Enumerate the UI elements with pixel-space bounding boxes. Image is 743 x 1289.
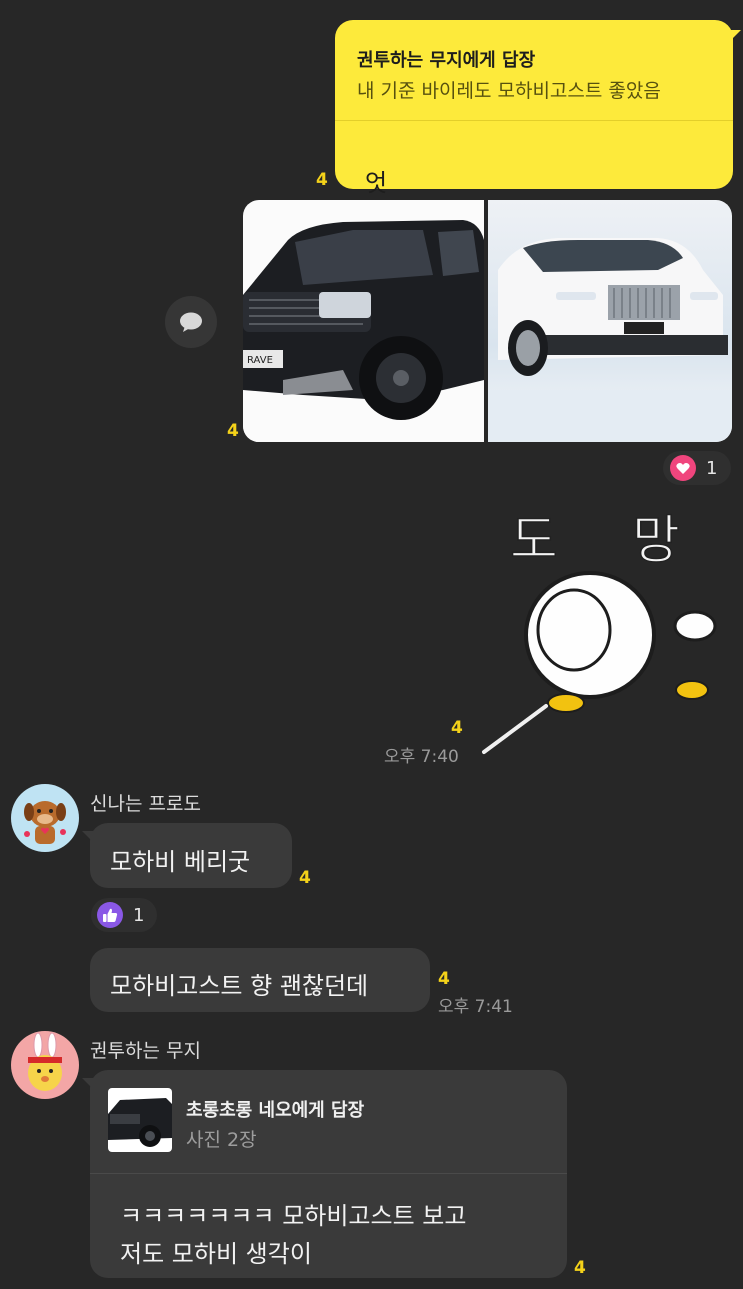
sticker-text-mang: 망 bbox=[632, 511, 680, 571]
thumbs-up-icon bbox=[97, 902, 123, 928]
heart-icon bbox=[670, 455, 696, 481]
reply-divider bbox=[335, 120, 733, 121]
reply-quote-title: 초롱초롱 네오에게 답장 bbox=[186, 1100, 365, 1121]
frodo-avatar-image bbox=[24, 801, 66, 844]
bubble-tail bbox=[82, 831, 96, 845]
unread-count: 4 bbox=[299, 868, 311, 888]
unread-count: 4 bbox=[438, 969, 450, 989]
speech-bubble-icon bbox=[180, 312, 202, 332]
message-bubble[interactable]: 모하비고스트 향 괜찮던데 bbox=[90, 948, 430, 1012]
unread-count: 4 bbox=[451, 718, 463, 738]
reaction-count: 1 bbox=[706, 457, 718, 479]
unread-count: 4 bbox=[574, 1258, 586, 1278]
heart-reaction[interactable]: 1 bbox=[663, 451, 731, 485]
unread-count: 4 bbox=[227, 421, 239, 441]
message-text: 모하비고스트 향 괜찮던데 bbox=[110, 972, 369, 1000]
bubble-tail bbox=[727, 30, 741, 44]
reply-quote-text: 사진 2장 bbox=[186, 1129, 257, 1151]
like-reaction[interactable]: 1 bbox=[91, 898, 157, 932]
my-message-text: 엇 bbox=[365, 169, 388, 197]
message-line-1: ㅋㅋㅋㅋㅋㅋㅋ 모하비고스트 보고 bbox=[120, 1202, 467, 1230]
my-reply-bubble[interactable]: 권투하는 무지에게 답장 내 기준 바이레도 모하비고스트 좋았음 엇 bbox=[335, 20, 741, 197]
message-bubble[interactable]: 모하비 베리굿 bbox=[82, 823, 292, 888]
black-suv-image: RAVE bbox=[243, 220, 484, 442]
muzi-avatar-image bbox=[28, 1032, 62, 1091]
sender-name: 신나는 프로도 bbox=[90, 793, 201, 815]
avatar-frodo[interactable] bbox=[11, 784, 79, 852]
sticker-text-do: 도 bbox=[510, 511, 558, 571]
photo-suv[interactable]: RAVE bbox=[243, 200, 484, 442]
photo-sedan[interactable] bbox=[488, 200, 732, 442]
bubble-tail bbox=[82, 1078, 96, 1092]
message-time: 오후 7:40 bbox=[384, 747, 459, 767]
message-line-2: 저도 모하비 생각이 bbox=[120, 1240, 312, 1268]
reply-divider bbox=[90, 1173, 567, 1174]
sticker-image: 도 망 bbox=[482, 510, 717, 754]
reply-thumbnail bbox=[108, 1088, 172, 1152]
sender-name: 권투하는 무지 bbox=[90, 1040, 201, 1062]
reply-quote-title: 권투하는 무지에게 답장 bbox=[357, 50, 536, 71]
emoticon-sticker[interactable]: 도 망 bbox=[470, 500, 730, 762]
reply-quote-text: 내 기준 바이레도 모하비고스트 좋았음 bbox=[357, 80, 661, 102]
reaction-count: 1 bbox=[133, 904, 145, 926]
white-sedan-image bbox=[488, 238, 732, 442]
svg-text:RAVE: RAVE bbox=[247, 355, 273, 366]
message-text: 모하비 베리굿 bbox=[110, 848, 251, 876]
photo-attachment[interactable]: RAVE bbox=[243, 200, 732, 442]
reply-message-bubble[interactable]: 초롱초롱 네오에게 답장 사진 2장 ㅋㅋㅋㅋㅋㅋㅋ 모하비고스트 보고 저도 … bbox=[82, 1070, 567, 1278]
share-button[interactable] bbox=[165, 296, 217, 348]
message-time: 오후 7:41 bbox=[438, 997, 513, 1017]
unread-count: 4 bbox=[316, 170, 328, 190]
avatar-muzi[interactable] bbox=[11, 1031, 79, 1099]
suv-thumbnail-image bbox=[108, 1098, 172, 1147]
